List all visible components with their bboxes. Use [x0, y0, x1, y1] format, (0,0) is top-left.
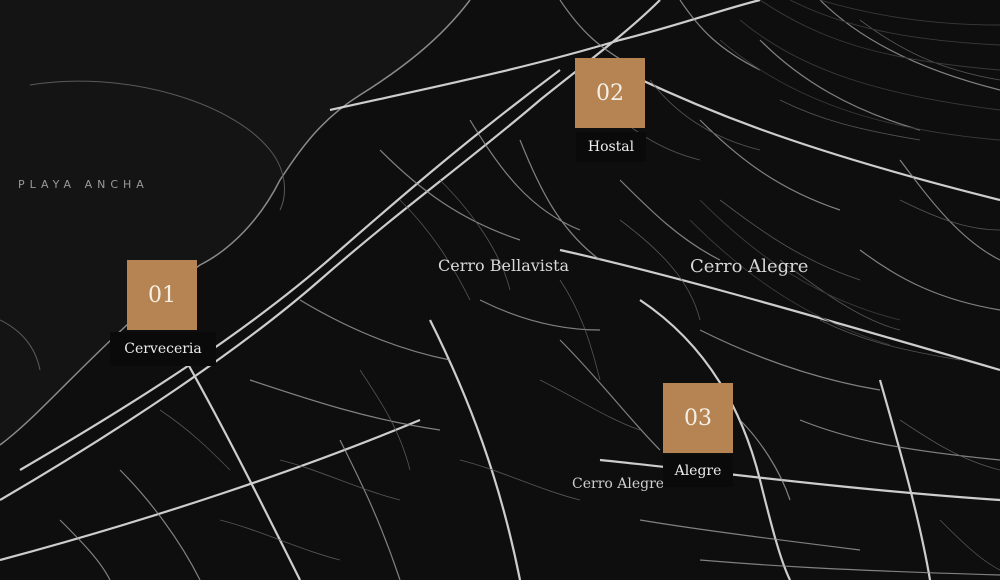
- area-label-lower: Cerro Alegre: [572, 476, 665, 492]
- marker-label-alegre[interactable]: Alegre: [663, 455, 733, 487]
- area-label-cerro-bellavista: Cerro Bellavista: [438, 256, 570, 275]
- area-label-playa-ancha: PLAYA ANCHA: [18, 178, 149, 191]
- marker-label-cerveceria[interactable]: Cerveceria: [110, 332, 216, 366]
- map-marker-01[interactable]: 01: [127, 260, 197, 330]
- marker-label-hostal[interactable]: Hostal: [576, 132, 646, 162]
- map-marker-03[interactable]: 03: [663, 383, 733, 453]
- map-marker-02[interactable]: 02: [575, 58, 645, 128]
- bay-water: [0, 0, 470, 445]
- area-label-cerro-alegre: Cerro Alegre: [690, 256, 809, 277]
- map-view[interactable]: PLAYA ANCHA Cerro Bellavista Cerro Alegr…: [0, 0, 1000, 580]
